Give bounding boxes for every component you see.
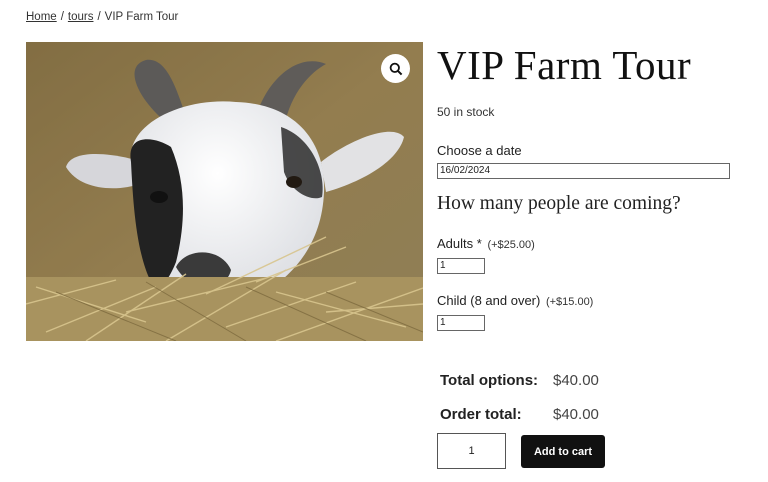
order-total-row: Order total: $40.00: [440, 406, 599, 423]
people-heading: How many people are coming?: [437, 193, 681, 214]
breadcrumb: Home / tours / VIP Farm Tour: [26, 11, 178, 23]
total-options-value: $40.00: [553, 372, 599, 389]
add-to-cart-button[interactable]: Add to cart: [521, 435, 605, 468]
order-total-value: $40.00: [553, 406, 599, 423]
breadcrumb-current: VIP Farm Tour: [104, 11, 179, 23]
stock-status: 50 in stock: [437, 105, 495, 119]
date-input[interactable]: 16/02/2024: [437, 163, 730, 179]
magnifier-icon: [389, 62, 402, 75]
breadcrumb-home-link[interactable]: Home: [26, 11, 57, 23]
zoom-button[interactable]: [381, 54, 410, 83]
child-label: Child (8 and over) (+$15.00): [437, 293, 593, 308]
cart-quantity-input[interactable]: 1: [437, 433, 506, 469]
adults-quantity-input[interactable]: 1: [437, 258, 485, 274]
order-total-label: Order total:: [440, 406, 522, 423]
child-price: (+$15.00): [545, 296, 594, 308]
child-quantity-input[interactable]: 1: [437, 315, 485, 331]
breadcrumb-separator: /: [60, 11, 64, 23]
total-options-row: Total options: $40.00: [440, 372, 599, 389]
product-summary: VIP Farm Tour: [437, 40, 737, 90]
date-label: Choose a date: [437, 143, 522, 158]
adults-label: Adults * (+$25.00): [437, 236, 535, 251]
total-options-label: Total options:: [440, 372, 539, 389]
adults-price: (+$25.00): [487, 239, 535, 251]
breadcrumb-tours-link[interactable]: tours: [68, 11, 94, 23]
goat-photo: [26, 42, 423, 341]
product-image[interactable]: [26, 42, 423, 341]
breadcrumb-separator: /: [97, 11, 101, 23]
child-label-text: Child (8 and over): [437, 293, 541, 308]
product-title: VIP Farm Tour: [437, 42, 692, 88]
adults-label-text: Adults *: [437, 236, 482, 251]
